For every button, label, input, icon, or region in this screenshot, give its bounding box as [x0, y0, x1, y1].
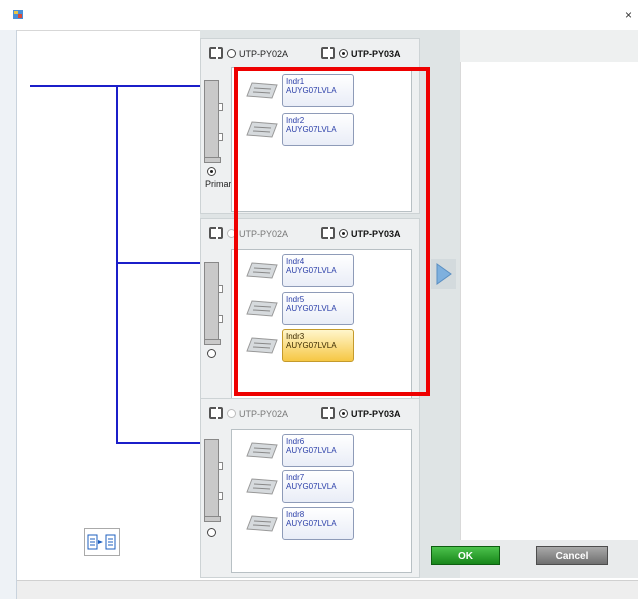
option-a-label: UTP-PY02A — [239, 49, 289, 59]
outdoor-unit-radio[interactable] — [207, 528, 216, 537]
refrigerant-group-3: UTP-PY02A UTP-PY03A Indr6 AUYG07LVLA Indr… — [200, 398, 420, 578]
pipe-trunk — [116, 85, 118, 444]
indoor-unit-row: Indr8 AUYG07LVLA — [242, 507, 372, 541]
branch-unit-icon — [321, 407, 335, 419]
pipe-branch-3 — [116, 442, 200, 444]
outdoor-unit — [204, 262, 223, 345]
group-header: UTP-PY02A UTP-PY03A — [209, 405, 419, 423]
cancel-button[interactable]: Cancel — [536, 546, 608, 565]
cassette-unit-icon — [246, 442, 278, 459]
status-strip — [17, 580, 638, 599]
app-icon — [13, 10, 23, 19]
title-bar — [0, 0, 638, 30]
cassette-unit-icon — [246, 478, 278, 495]
outdoor-unit-radio[interactable] — [207, 167, 216, 176]
piping-diagram-panel — [17, 30, 200, 580]
branch-unit-icon — [209, 47, 223, 59]
option-b-label: UTP-PY03A — [351, 49, 401, 59]
indoor-units-list: Indr6 AUYG07LVLA Indr7 AUYG07LVLA Indr8 AUY… — [231, 429, 412, 573]
indoor-unit-card[interactable]: Indr6 AUYG07LVLA — [282, 434, 354, 467]
option-a-label: UTP-PY02A — [239, 409, 289, 419]
option-a-radio[interactable] — [227, 409, 236, 418]
swap-units-button[interactable] — [84, 528, 120, 556]
move-right-arrow-icon[interactable] — [431, 259, 456, 289]
right-header-strip — [460, 30, 638, 62]
unassigned-units-panel — [460, 62, 638, 540]
indoor-unit-row: Indr7 AUYG07LVLA — [242, 470, 372, 504]
cassette-unit-icon — [246, 515, 278, 532]
close-button[interactable]: × — [625, 7, 638, 23]
outdoor-unit — [204, 439, 223, 522]
branch-unit-icon — [209, 227, 223, 239]
pipe-branch-2 — [116, 262, 200, 264]
indoor-unit-card[interactable]: Indr8 AUYG07LVLA — [282, 507, 354, 540]
pipe-main — [30, 85, 200, 87]
indoor-unit-card[interactable]: Indr7 AUYG07LVLA — [282, 470, 354, 503]
indoor-unit-row: Indr6 AUYG07LVLA — [242, 434, 372, 468]
ok-button[interactable]: OK — [431, 546, 500, 565]
option-b-label: UTP-PY03A — [351, 409, 401, 419]
outdoor-unit-radio[interactable] — [207, 349, 216, 358]
swap-icon — [87, 534, 116, 550]
highlight-box — [234, 67, 430, 396]
window-frame-left — [0, 30, 17, 599]
group-header: UTP-PY02A UTP-PY03A — [209, 45, 419, 63]
option-b-radio[interactable] — [339, 49, 348, 58]
outdoor-unit — [204, 80, 223, 163]
option-a-radio[interactable] — [227, 49, 236, 58]
branch-unit-icon — [321, 47, 335, 59]
branch-unit-icon — [209, 407, 223, 419]
option-b-radio[interactable] — [339, 409, 348, 418]
